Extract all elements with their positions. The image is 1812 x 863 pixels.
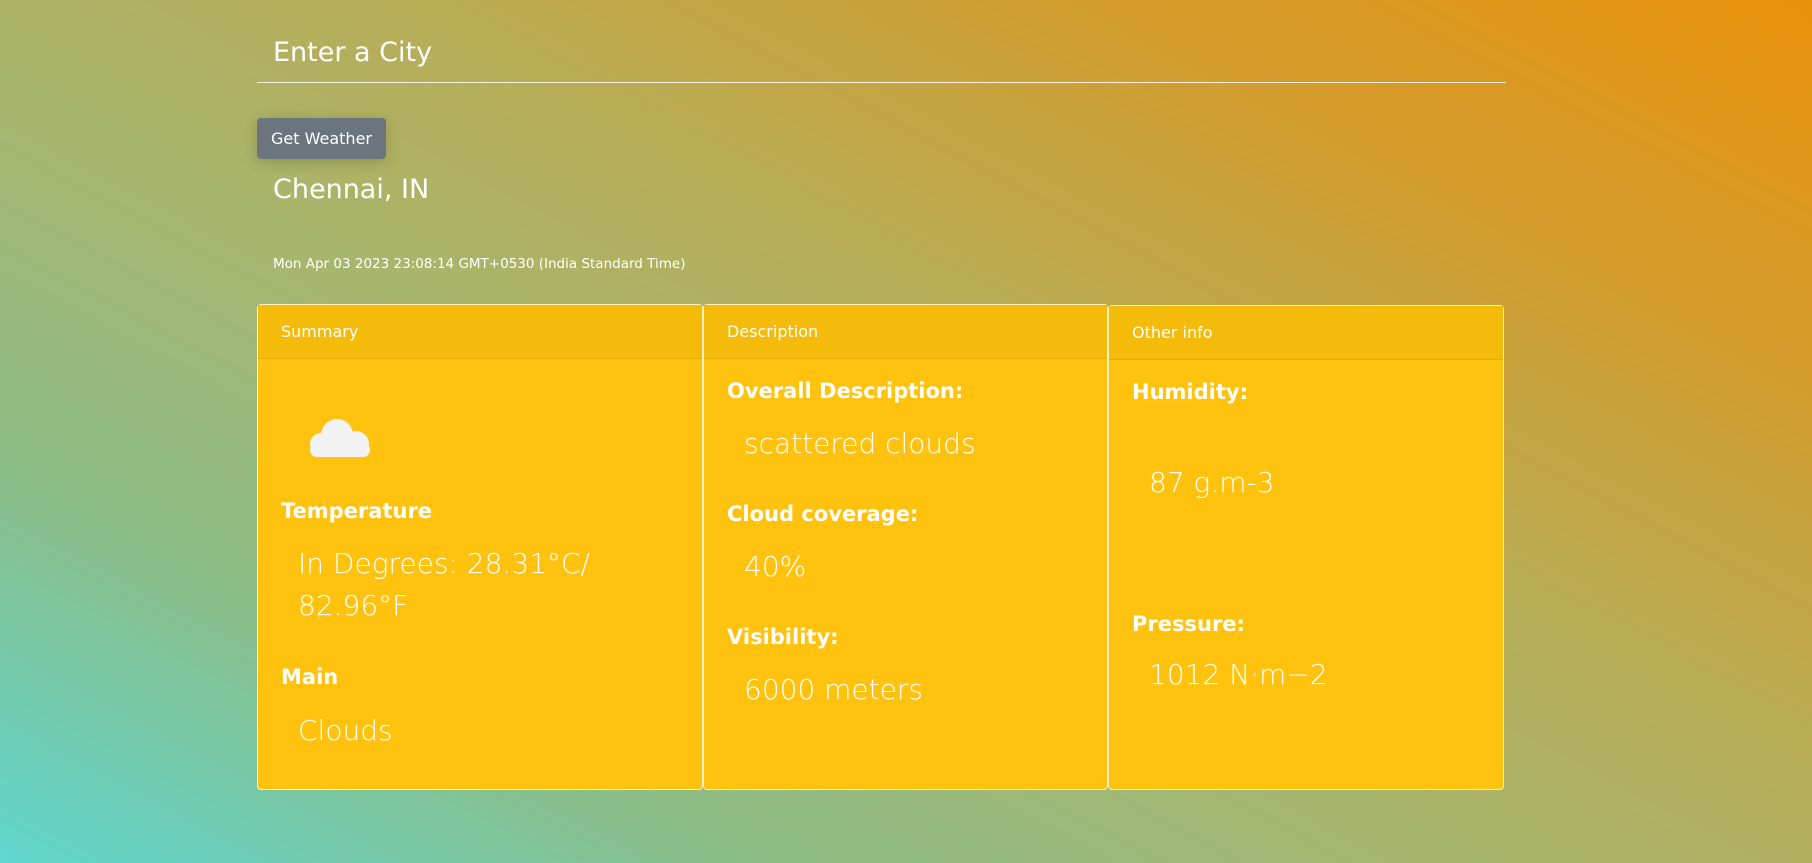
cloud-coverage-label: Cloud coverage:	[727, 502, 919, 526]
pressure-label: Pressure:	[1132, 612, 1245, 636]
description-card-header: Description	[704, 305, 1107, 359]
current-datetime: Mon Apr 03 2023 23:08:14 GMT+0530 (India…	[273, 256, 686, 272]
pressure-value: 1012 N·m−2	[1149, 658, 1328, 691]
city-input[interactable]	[273, 32, 1473, 72]
humidity-label: Humidity:	[1132, 380, 1248, 404]
humidity-value: 87 g.m-3	[1149, 466, 1275, 499]
get-weather-button[interactable]: Get Weather	[257, 118, 386, 159]
cloud-icon	[310, 419, 370, 457]
cloud-coverage-value: 40%	[744, 550, 807, 583]
temperature-label: Temperature	[281, 499, 433, 523]
main-value: Clouds	[298, 714, 393, 747]
overall-description-label: Overall Description:	[727, 379, 964, 403]
temperature-value: In Degrees: 28.31°C/ 82.96°F	[298, 547, 590, 622]
overall-description-value: scattered clouds	[744, 427, 976, 460]
description-card: Description Overall Description: scatter…	[703, 304, 1108, 790]
other-info-card-header: Other info	[1109, 306, 1503, 360]
city-input-wrapper	[257, 24, 1506, 83]
summary-card: Summary Temperature In Degrees: 28.31°C/…	[257, 304, 703, 790]
summary-card-header: Summary	[258, 305, 702, 359]
visibility-label: Visibility:	[727, 625, 839, 649]
main-label: Main	[281, 665, 339, 689]
location-title: Chennai, IN	[273, 174, 430, 205]
other-info-card: Other info Humidity: 87 g.m-3 Pressure: …	[1108, 305, 1504, 790]
visibility-value: 6000 meters	[744, 673, 923, 706]
